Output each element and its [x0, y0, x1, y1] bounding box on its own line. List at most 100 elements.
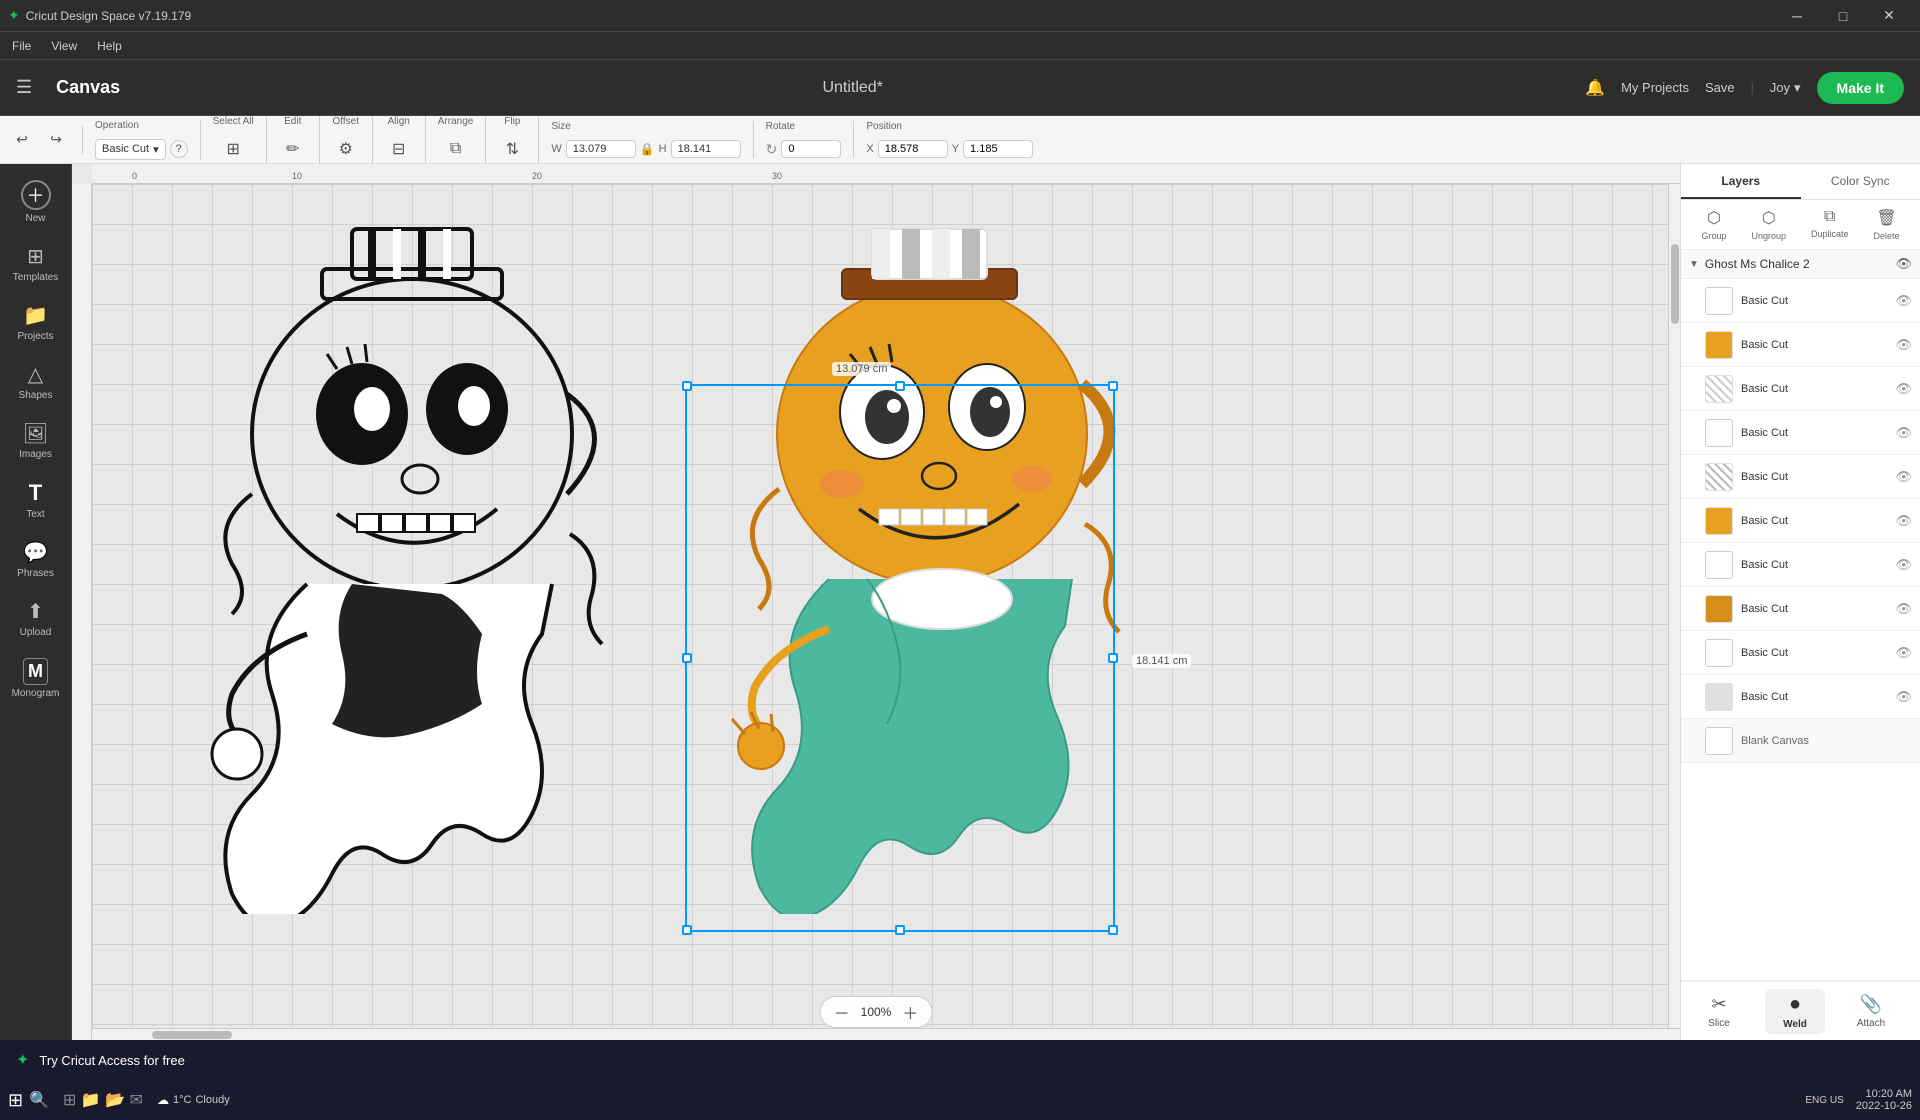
- layer-item[interactable]: Basic Cut 👁: [1681, 587, 1920, 631]
- handle-tl[interactable]: [682, 381, 692, 391]
- layer-visibility-icon[interactable]: 👁: [1895, 469, 1912, 485]
- scroll-thumb-horizontal[interactable]: [152, 1031, 232, 1039]
- handle-ml[interactable]: [682, 653, 692, 663]
- ungroup-button[interactable]: ⬡ Ungroup: [1751, 208, 1786, 241]
- taskbar-clock: 10:20 AM 2022-10-26: [1856, 1088, 1912, 1112]
- slice-tool[interactable]: ✂ Slice: [1689, 990, 1749, 1033]
- layer-visibility-icon[interactable]: 👁: [1895, 381, 1912, 397]
- sidebar-item-phrases[interactable]: 💬 Phrases: [6, 532, 66, 587]
- scroll-thumb-vertical[interactable]: [1671, 244, 1679, 324]
- layer-visibility-icon[interactable]: 👁: [1895, 689, 1912, 705]
- menu-help[interactable]: Help: [97, 39, 122, 53]
- user-menu[interactable]: Joy ▾: [1770, 80, 1801, 96]
- layer-name: Basic Cut: [1741, 427, 1887, 439]
- tab-color-sync[interactable]: Color Sync: [1801, 164, 1920, 199]
- sidebar-templates-label: Templates: [13, 272, 59, 283]
- rotate-input[interactable]: [781, 140, 841, 158]
- menu-view[interactable]: View: [51, 39, 77, 53]
- menu-file[interactable]: File: [12, 39, 31, 53]
- layer-item[interactable]: Basic Cut 👁: [1681, 279, 1920, 323]
- make-it-button[interactable]: Make It: [1817, 72, 1904, 104]
- taskbar-search-button[interactable]: 🔍: [29, 1090, 49, 1110]
- tab-layers[interactable]: Layers: [1681, 164, 1801, 199]
- layer-item[interactable]: Basic Cut 👁: [1681, 631, 1920, 675]
- undo-button[interactable]: ↩: [8, 126, 36, 154]
- canvas-scroll-horizontal[interactable]: [92, 1028, 1680, 1040]
- hamburger-menu[interactable]: ☰: [16, 77, 32, 98]
- layer-visibility-icon[interactable]: 👁: [1895, 513, 1912, 529]
- sidebar-item-upload[interactable]: ⬆ Upload: [6, 591, 66, 646]
- close-button[interactable]: ✕: [1866, 0, 1912, 32]
- select-all-button[interactable]: ⊞: [219, 135, 247, 163]
- group-button[interactable]: ⬡ Group: [1701, 208, 1726, 241]
- maximize-button[interactable]: □: [1820, 0, 1866, 32]
- title-bar: ✦ Cricut Design Space v7.19.179 ─ □ ✕: [0, 0, 1920, 32]
- sidebar-item-projects[interactable]: 📁 Projects: [6, 295, 66, 350]
- sidebar-item-new[interactable]: ＋ New: [6, 172, 66, 232]
- canvas-grid[interactable]: 13.079 cm 18.141 cm: [92, 184, 1680, 1040]
- operation-select[interactable]: Basic Cut ▾: [95, 139, 166, 160]
- layer-group-header[interactable]: ▼ Ghost Ms Chalice 2 👁: [1681, 250, 1920, 279]
- x-input[interactable]: [878, 140, 948, 158]
- lock-icon[interactable]: 🔒: [640, 142, 655, 156]
- layer-visibility-icon[interactable]: 👁: [1895, 601, 1912, 617]
- layer-item[interactable]: Basic Cut 👁: [1681, 499, 1920, 543]
- sidebar-item-images[interactable]: 🖼 Images: [6, 413, 66, 468]
- layer-visibility-icon[interactable]: 👁: [1895, 293, 1912, 309]
- canvas-scroll-vertical[interactable]: [1668, 184, 1680, 1028]
- access-banner[interactable]: ✦ Try Cricut Access for free: [0, 1040, 1920, 1080]
- handle-tr[interactable]: [1108, 381, 1118, 391]
- flip-button[interactable]: ⇅: [498, 135, 526, 163]
- sidebar-item-templates[interactable]: ⊞ Templates: [6, 236, 66, 291]
- group-chevron-icon: ▼: [1689, 259, 1699, 270]
- sidebar-item-text[interactable]: T Text: [6, 472, 66, 528]
- my-projects-link[interactable]: My Projects: [1621, 80, 1689, 95]
- height-input[interactable]: [671, 140, 741, 158]
- handle-mr[interactable]: [1108, 653, 1118, 663]
- layer-thumbnail: [1705, 331, 1733, 359]
- align-button[interactable]: ⊟: [385, 135, 413, 163]
- handle-bm[interactable]: [895, 925, 905, 935]
- y-input[interactable]: [963, 140, 1033, 158]
- duplicate-button[interactable]: ⧉ Duplicate: [1811, 208, 1849, 241]
- blank-canvas-item[interactable]: Blank Canvas: [1681, 719, 1920, 763]
- canvas-area[interactable]: 0 10 20 30: [72, 164, 1680, 1040]
- sidebar-item-monogram[interactable]: M Monogram: [6, 650, 66, 707]
- layer-item[interactable]: Basic Cut 👁: [1681, 411, 1920, 455]
- edit-button[interactable]: ✏: [279, 135, 307, 163]
- layer-item[interactable]: Basic Cut 👁: [1681, 675, 1920, 719]
- layer-visibility-icon[interactable]: 👁: [1895, 425, 1912, 441]
- layer-visibility-icon[interactable]: 👁: [1895, 645, 1912, 661]
- save-button[interactable]: Save: [1705, 80, 1735, 95]
- layer-name: Basic Cut: [1741, 515, 1887, 527]
- weld-tool[interactable]: ● Weld: [1765, 989, 1825, 1034]
- zoom-in-button[interactable]: ＋: [899, 1001, 921, 1023]
- bell-icon[interactable]: 🔔: [1585, 78, 1605, 98]
- zoom-out-button[interactable]: －: [831, 1001, 853, 1023]
- layer-item[interactable]: Basic Cut 👁: [1681, 455, 1920, 499]
- design-content[interactable]: 13.079 cm 18.141 cm: [92, 184, 1680, 1040]
- layer-item[interactable]: Basic Cut 👁: [1681, 543, 1920, 587]
- attach-tool[interactable]: 📎 Attach: [1841, 990, 1901, 1033]
- offset-button[interactable]: ⚙: [332, 135, 360, 163]
- delete-button[interactable]: 🗑 Delete: [1873, 208, 1899, 241]
- handle-br[interactable]: [1108, 925, 1118, 935]
- operation-help-button[interactable]: ?: [170, 140, 188, 158]
- layer-visibility-icon[interactable]: 👁: [1895, 557, 1912, 573]
- group-visibility-icon[interactable]: 👁: [1895, 256, 1912, 272]
- images-icon: 🖼: [23, 421, 48, 446]
- handle-bl[interactable]: [682, 925, 692, 935]
- start-button[interactable]: ⊞: [8, 1090, 23, 1111]
- layer-visibility-icon[interactable]: 👁: [1895, 337, 1912, 353]
- sidebar-item-shapes[interactable]: △ Shapes: [6, 354, 66, 409]
- layer-item[interactable]: Basic Cut 👁: [1681, 367, 1920, 411]
- arrange-button[interactable]: ⧉: [442, 135, 470, 163]
- minimize-button[interactable]: ─: [1774, 0, 1820, 32]
- handle-tm[interactable]: [895, 381, 905, 391]
- layer-item[interactable]: Basic Cut 👁: [1681, 323, 1920, 367]
- selection-box[interactable]: [685, 384, 1115, 932]
- layer-name: Basic Cut: [1741, 559, 1887, 571]
- redo-button[interactable]: ↪: [42, 126, 70, 154]
- width-input[interactable]: [566, 140, 636, 158]
- projects-icon: 📁: [23, 303, 48, 328]
